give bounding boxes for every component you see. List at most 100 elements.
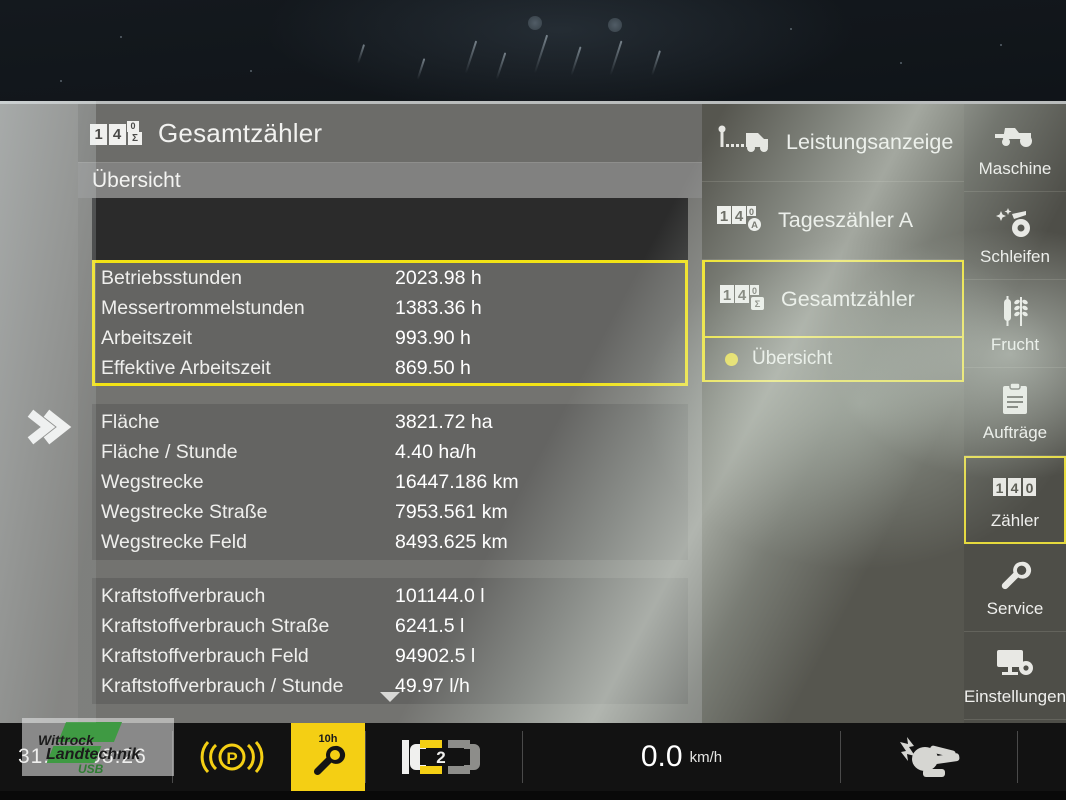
submenu-panel: Leistungsanzeige 1 4 0 A Tageszähler A 1 4 0 Σ Ges…: [702, 104, 964, 726]
sharpen-icon: [994, 206, 1036, 245]
empty-dark-band: [92, 198, 688, 260]
rail-item-auftr-ge[interactable]: Aufträge: [964, 368, 1066, 456]
selected-dot-icon: [725, 352, 738, 366]
rail-item-label: Aufträge: [982, 422, 1048, 442]
counter-row-label: Kraftstoffverbrauch Straße: [101, 614, 330, 637]
terminal-screenshot: 14 0 Σ Gesamtzähler Übersicht Betriebsst…: [0, 0, 1066, 800]
rail-item-service[interactable]: Service: [964, 544, 1066, 632]
counter-row-label: Wegstrecke Straße: [101, 500, 268, 523]
speed-value: 0.0: [640, 740, 683, 773]
chopper-unit-icon: [841, 723, 1017, 791]
counter-row-value: 49.97 l/h: [395, 674, 470, 697]
rail-item-frucht[interactable]: Frucht: [964, 280, 1066, 368]
menu-item-label: Tageszähler A: [778, 208, 914, 232]
terminal-screen: 14 0 Σ Gesamtzähler Übersicht Betriebsst…: [0, 101, 1066, 726]
counter-row[interactable]: Betriebsstunden 2023.98 h: [95, 263, 685, 293]
clipboard-icon: [1000, 382, 1030, 421]
counter-row-label: Fläche / Stunde: [101, 440, 238, 463]
speed-unit: km/h: [689, 748, 723, 766]
svg-text:4: 4: [738, 287, 747, 304]
counter-row-value: 1383.36 h: [395, 296, 482, 319]
counter-row[interactable]: Wegstrecke Straße 7953.561 km: [95, 497, 685, 527]
svg-text:Σ: Σ: [755, 299, 761, 310]
counter-row-label: Kraftstoffverbrauch Feld: [101, 644, 309, 667]
counter-row[interactable]: Kraftstoffverbrauch Feld 94902.5 l: [95, 641, 685, 671]
rail-item-label: Maschine: [978, 158, 1052, 178]
counter-group-highlighted[interactable]: Betriebsstunden 2023.98 h Messertrommelstu…: [92, 260, 688, 386]
counter-14-a-icon: 140 A: [716, 202, 764, 239]
rail-item-label: Frucht: [990, 334, 1040, 354]
counter-row[interactable]: Fläche 3821.72 ha: [95, 407, 685, 437]
svg-text:1: 1: [723, 287, 731, 304]
right-icon-rail: Maschine Schleifen Frucht Aufträge 1 4 0 Zähler…: [964, 104, 1066, 726]
performance-truck-icon: [716, 125, 772, 160]
svg-text:0: 0: [749, 207, 754, 217]
counter-row-label: Betriebsstunden: [101, 266, 242, 289]
counter-row[interactable]: Kraftstoffverbrauch Straße 6241.5 l: [95, 611, 685, 641]
watermark-logo: Wittrock Landtechnik USB: [22, 718, 174, 776]
svg-text:0: 0: [1026, 480, 1034, 496]
counter-row-value: 3821.72 ha: [395, 410, 493, 433]
scroll-down-arrow[interactable]: [379, 690, 401, 708]
status-spare-cell: [1018, 723, 1066, 791]
svg-text:4: 4: [1011, 480, 1019, 496]
counter-row-label: Wegstrecke: [101, 470, 204, 493]
svg-text:1: 1: [996, 480, 1004, 496]
counter-row-value: 101144.0 l: [395, 584, 485, 607]
counter-row-value: 993.90 h: [395, 326, 471, 349]
counter-row-label: Fläche: [101, 410, 160, 433]
wrench-icon: [310, 743, 346, 782]
svg-text:4: 4: [735, 208, 744, 225]
group-separator: [92, 560, 688, 578]
counter-row[interactable]: Kraftstoffverbrauch 101144.0 l: [95, 581, 685, 611]
counter-row[interactable]: Effektive Arbeitszeit 869.50 h: [95, 353, 685, 383]
rail-item-label: Einstellungen: [963, 686, 1066, 706]
counter-row-label: Messertrommelstunden: [101, 296, 305, 319]
watermark-usb: USB: [78, 762, 104, 776]
wrench-icon: [998, 559, 1032, 596]
counter-row-value: 8493.625 km: [395, 530, 508, 553]
counter-row-value: 16447.186 km: [395, 470, 519, 493]
menu-item-label: Leistungsanzeige: [786, 130, 954, 154]
submenu-item-uebersicht[interactable]: Übersicht: [702, 338, 964, 382]
counter-row[interactable]: Messertrommelstunden 1383.36 h: [95, 293, 685, 323]
menu-item-gesamtz-hler[interactable]: 1 4 0 Σ Gesamtzähler: [702, 260, 964, 338]
parking-brake-icon: P: [173, 723, 291, 791]
counter-row[interactable]: Arbeitszeit 993.90 h: [95, 323, 685, 353]
rail-item-maschine[interactable]: Maschine: [964, 104, 1066, 192]
rail-item-schleifen[interactable]: Schleifen: [964, 192, 1066, 280]
page-title: Gesamtzähler: [158, 117, 323, 148]
counter-row[interactable]: Fläche / Stunde 4.40 ha/h: [95, 437, 685, 467]
counter-row[interactable]: Wegstrecke 16447.186 km: [95, 467, 685, 497]
counter-row-value: 2023.98 h: [395, 266, 482, 289]
page-subtitle: Übersicht: [92, 168, 181, 192]
counter-group[interactable]: Kraftstoffverbrauch 101144.0 l Kraftstoffv…: [92, 578, 688, 704]
tractor-icon: [993, 122, 1037, 153]
rail-item-z-hler[interactable]: 1 4 0 Zähler: [964, 456, 1066, 544]
counter-row-value: 4.40 ha/h: [395, 440, 477, 463]
counter-row-value: 7953.561 km: [395, 500, 508, 523]
counter-row-label: Arbeitszeit: [101, 326, 193, 349]
main-content-panel: 14 0 Σ Gesamtzähler Übersicht Betriebsst…: [78, 104, 702, 726]
menu-item-leistungsanzeige[interactable]: Leistungsanzeige: [702, 104, 964, 182]
counter-icon: 140: [992, 476, 1038, 505]
counter-row-label: Kraftstoffverbrauch: [101, 584, 266, 607]
rail-item-label: Zähler: [990, 511, 1040, 530]
counter-row[interactable]: Wegstrecke Feld 8493.625 km: [95, 527, 685, 557]
counter-row-label: Kraftstoffverbrauch / Stunde: [101, 674, 344, 697]
counter-row-value: 6241.5 l: [395, 614, 465, 637]
counter-row-label: Effektive Arbeitszeit: [101, 356, 271, 379]
group-separator: [92, 386, 688, 404]
submenu-item-label: Übersicht: [752, 348, 833, 369]
counter-row-label: Wegstrecke Feld: [101, 530, 247, 553]
counter-14-sigma-icon: 14 0 Σ: [90, 121, 142, 145]
counter-group[interactable]: Fläche 3821.72 ha Fläche / Stunde 4.40 ha/h…: [92, 404, 688, 560]
service-indicator[interactable]: 10h: [291, 723, 365, 791]
double-chevron-right-icon[interactable]: [26, 404, 72, 450]
svg-text:P: P: [226, 749, 237, 768]
rail-item-einstellungen[interactable]: Einstellungen: [964, 632, 1066, 720]
page-subtitle-bar: Übersicht: [78, 162, 702, 198]
crop-icon: [996, 294, 1034, 333]
menu-item-tagesz-hler-a[interactable]: 1 4 0 A Tageszähler A: [702, 182, 964, 260]
monitor-gear-icon: [995, 647, 1035, 684]
